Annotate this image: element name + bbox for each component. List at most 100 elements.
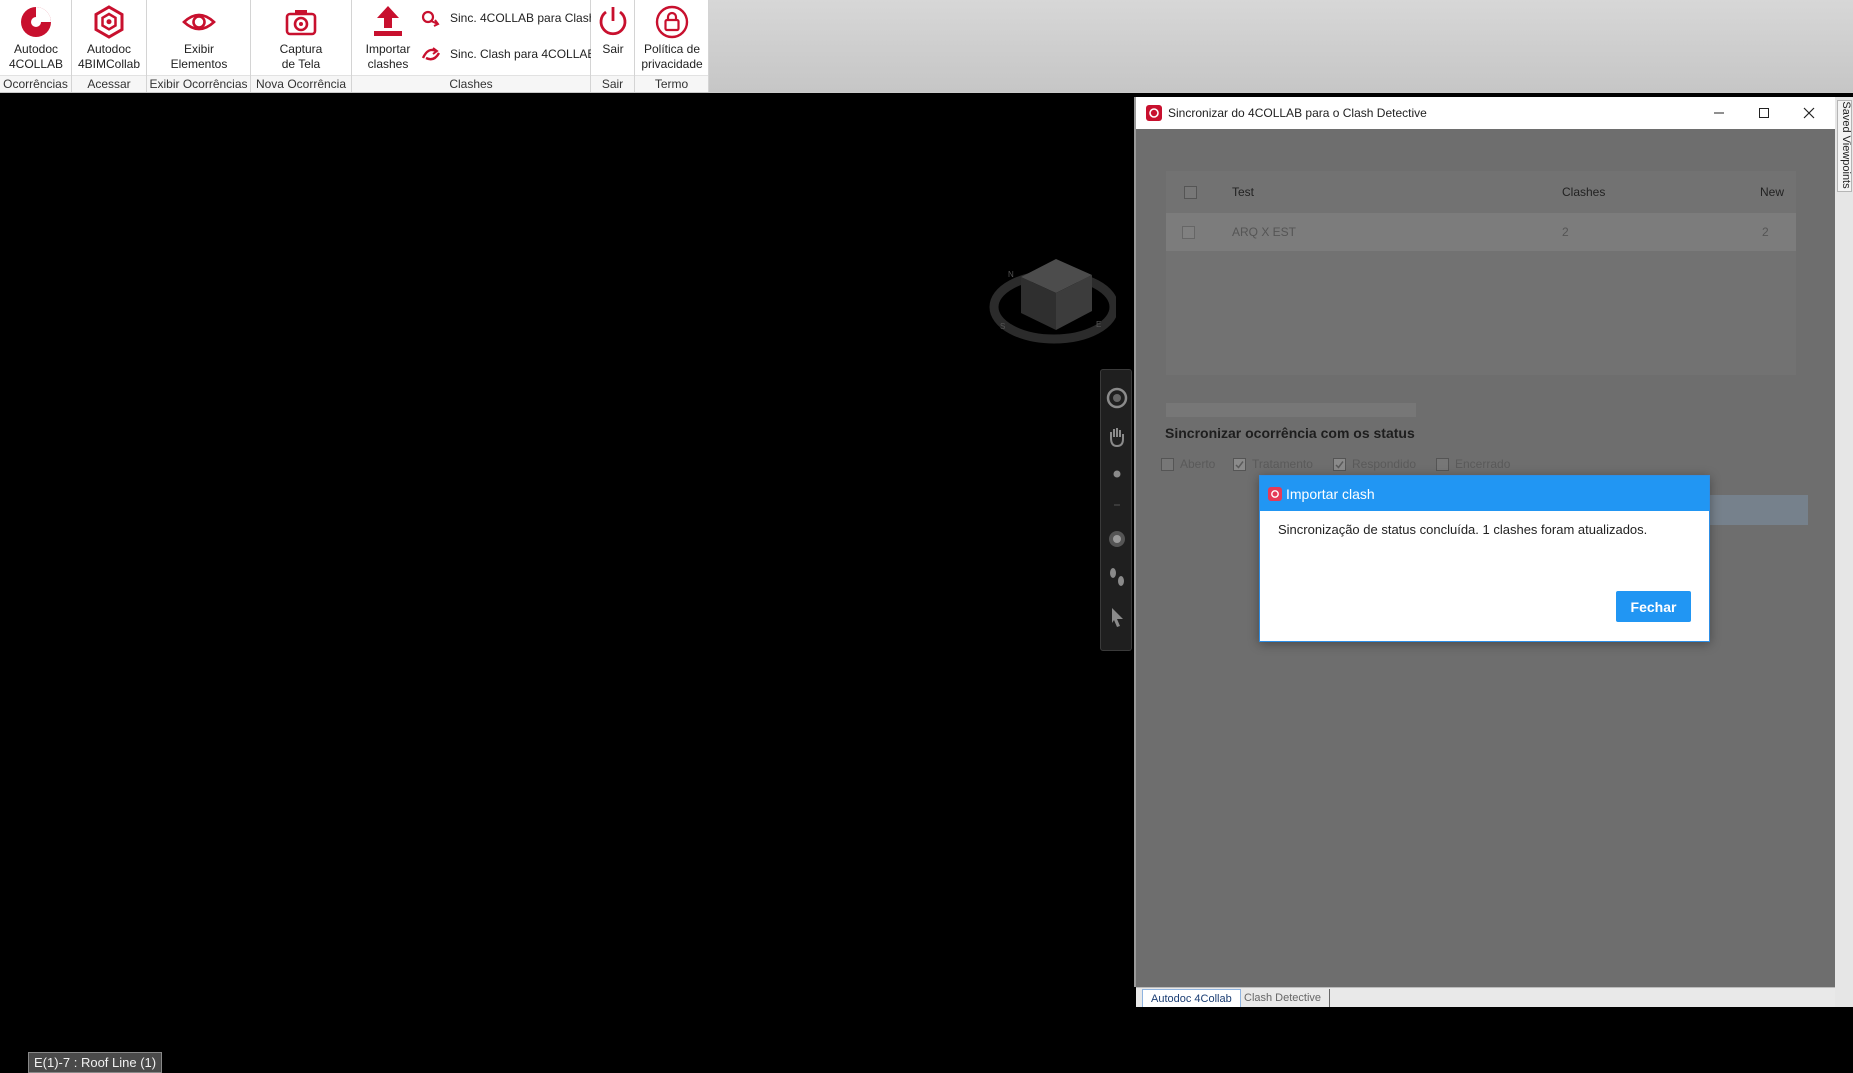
- maximize-button[interactable]: [1742, 97, 1786, 129]
- saved-viewpoints-label: Saved Viewpoints: [1840, 101, 1852, 189]
- status-option-encerrado[interactable]: Encerrado: [1436, 457, 1510, 471]
- status-option-label: Respondido: [1352, 457, 1417, 471]
- ribbon-group-nova-ocorrencia: Captura de Tela Nova Ocorrência: [251, 0, 352, 92]
- exibir-elementos-button[interactable]: Exibir Elementos: [164, 2, 234, 72]
- exibir-elementos-label: Exibir Elementos: [170, 42, 228, 71]
- politica-de-privacidade-label: Política de privacidade: [641, 42, 703, 71]
- cell-clashes: 2: [1562, 225, 1569, 239]
- column-header-new[interactable]: New: [1760, 171, 1784, 213]
- ribbon-group-label: Sair: [591, 75, 634, 92]
- autodoc-4collab-button[interactable]: Autodoc 4COLLAB: [1, 2, 71, 72]
- ribbon-group-label: Ocorrências: [0, 75, 71, 92]
- select-all-checkbox[interactable]: [1184, 185, 1197, 199]
- orbit-icon[interactable]: [1105, 527, 1129, 551]
- dialog-titlebar[interactable]: Importar clash: [1260, 476, 1709, 511]
- import-clash-dialog: Importar clash Sincronização de status c…: [1259, 475, 1710, 642]
- camera-icon: [285, 10, 317, 36]
- sair-label: Sair: [602, 42, 624, 56]
- cell-test: ARQ X EST: [1232, 225, 1297, 239]
- sair-button[interactable]: Sair: [591, 2, 635, 72]
- ribbon-group-clashes: Importar clashes Sinc. 4COLLAB para Clas…: [352, 0, 595, 92]
- importar-clashes-button[interactable]: Importar clashes: [358, 2, 418, 72]
- checkbox-encerrado[interactable]: [1436, 457, 1449, 471]
- checkbox-aberto[interactable]: [1161, 457, 1174, 471]
- ribbon-group-label: Acessar: [72, 75, 146, 92]
- sinc-4collab-para-clash-button[interactable]: Sinc. 4COLLAB para Clash: [420, 7, 595, 29]
- right-dock-strip: [1835, 97, 1853, 1007]
- table-horizontal-scrollbar[interactable]: [1166, 403, 1416, 417]
- ribbon-group-label: Exibir Ocorrências: [147, 75, 250, 92]
- close-window-button[interactable]: [1787, 97, 1831, 129]
- autodoc-4bimcollab-label: Autodoc 4BIMCollab: [77, 42, 141, 71]
- minimize-icon: [1714, 112, 1724, 114]
- lock-icon: [655, 5, 689, 39]
- autodoc-4bimcollab-button[interactable]: Autodoc 4BIMCollab: [74, 2, 144, 72]
- power-icon: [599, 7, 627, 36]
- row-checkbox[interactable]: [1182, 225, 1195, 239]
- status-option-tratamento[interactable]: Tratamento: [1233, 457, 1313, 471]
- minimize-button[interactable]: [1697, 97, 1741, 129]
- row-checkbox-cell[interactable]: [1182, 213, 1195, 251]
- captura-de-tela-button[interactable]: Captura de Tela: [266, 2, 336, 72]
- ribbon-group-label: Termo: [635, 75, 708, 92]
- importar-clashes-label: Importar clashes: [365, 42, 411, 71]
- ribbon: Autodoc 4COLLAB Ocorrências Autodoc 4BIM…: [0, 0, 1853, 93]
- viewcube-compass-n: N: [1008, 270, 1014, 279]
- zoom-icon[interactable]: [1105, 462, 1129, 486]
- captura-de-tela-label: Captura de Tela: [279, 42, 323, 71]
- status-option-label: Encerrado: [1455, 457, 1511, 471]
- ribbon-group-ocorrencias: Autodoc 4COLLAB Ocorrências: [0, 0, 72, 92]
- checkbox-respondido[interactable]: [1333, 457, 1346, 471]
- column-header-clashes[interactable]: Clashes: [1562, 171, 1605, 213]
- sinc-4collab-para-clash-label: Sinc. 4COLLAB para Clash: [450, 11, 596, 25]
- select-all-checkbox-cell[interactable]: [1184, 171, 1197, 213]
- 3d-viewport[interactable]: N E S E(1)-7 : Roof Line (1): [0, 97, 1134, 1073]
- selection-status-label: E(1)-7 : Roof Line (1): [28, 1052, 163, 1073]
- autodoc-4collab-label: Autodoc 4COLLAB: [8, 42, 64, 71]
- steering-wheel-icon[interactable]: [1105, 386, 1129, 410]
- sinc-clash-para-4collab-label: Sinc. Clash para 4COLLAB: [450, 47, 596, 61]
- table-row[interactable]: ARQ X EST 2 2: [1166, 213, 1796, 251]
- ribbon-group-label: Nova Ocorrência: [251, 75, 351, 92]
- dialog-title: Importar clash: [1286, 485, 1375, 502]
- walk-footsteps-icon[interactable]: [1105, 565, 1129, 589]
- status-options: Aberto Tratamento Respondido Encerrado: [1161, 457, 1581, 477]
- sinc-clash-para-4collab-button[interactable]: Sinc. Clash para 4COLLAB: [420, 43, 595, 65]
- autodoc-app-icon: [1268, 486, 1282, 501]
- select-pointer-icon[interactable]: [1105, 605, 1129, 629]
- viewcube-compass-s: S: [1000, 322, 1005, 331]
- ribbon-group-termo: Política de privacidade Termo: [635, 0, 709, 92]
- pan-hand-icon[interactable]: [1105, 425, 1129, 449]
- tab-clash-detective[interactable]: Clash Detective: [1236, 989, 1331, 1007]
- column-header-test[interactable]: Test: [1232, 171, 1254, 213]
- saved-viewpoints-tab[interactable]: Saved Viewpoints: [1837, 100, 1852, 192]
- panel-titlebar[interactable]: Sincronizar do 4COLLAB para o Clash Dete…: [1136, 97, 1836, 129]
- eye-icon: [182, 13, 216, 31]
- autodoc-app-icon: [1146, 105, 1162, 121]
- viewcube-compass-e: E: [1096, 320, 1101, 329]
- status-option-respondido[interactable]: Respondido: [1333, 457, 1416, 471]
- politica-de-privacidade-button[interactable]: Política de privacidade: [637, 2, 707, 72]
- ribbon-group-acessar: Autodoc 4BIMCollab Acessar: [72, 0, 147, 92]
- viewcube[interactable]: N E S: [986, 237, 1116, 347]
- ribbon-group-sair: Sair Sair: [591, 0, 635, 92]
- table-header: Test Clashes New: [1166, 171, 1796, 213]
- zoom-divider-icon: [1114, 504, 1120, 506]
- fechar-button[interactable]: Fechar: [1616, 591, 1691, 622]
- sync-to-clash-icon: [421, 10, 440, 27]
- checkbox-tratamento[interactable]: [1233, 457, 1246, 471]
- ribbon-group-label: Clashes: [352, 75, 590, 92]
- navigation-bar: [1100, 369, 1132, 651]
- autodoc-4collab-logo-icon: [21, 7, 51, 37]
- tab-autodoc-4collab[interactable]: Autodoc 4Collab: [1142, 989, 1241, 1007]
- panel-title: Sincronizar do 4COLLAB para o Clash Dete…: [1168, 106, 1427, 120]
- dialog-message: Sincronização de status concluída. 1 cla…: [1278, 522, 1648, 537]
- status-option-label: Tratamento: [1252, 457, 1313, 471]
- maximize-icon: [1759, 108, 1769, 118]
- clash-tests-table: Test Clashes New ARQ X EST 2 2: [1166, 171, 1796, 375]
- status-option-label: Aberto: [1180, 457, 1216, 471]
- autodoc-4bimcollab-logo-icon: [94, 5, 124, 39]
- status-option-aberto[interactable]: Aberto: [1161, 457, 1215, 471]
- cell-new: 2: [1762, 225, 1769, 239]
- ribbon-group-exibir-ocorrencias: Exibir Elementos Exibir Ocorrências: [147, 0, 251, 92]
